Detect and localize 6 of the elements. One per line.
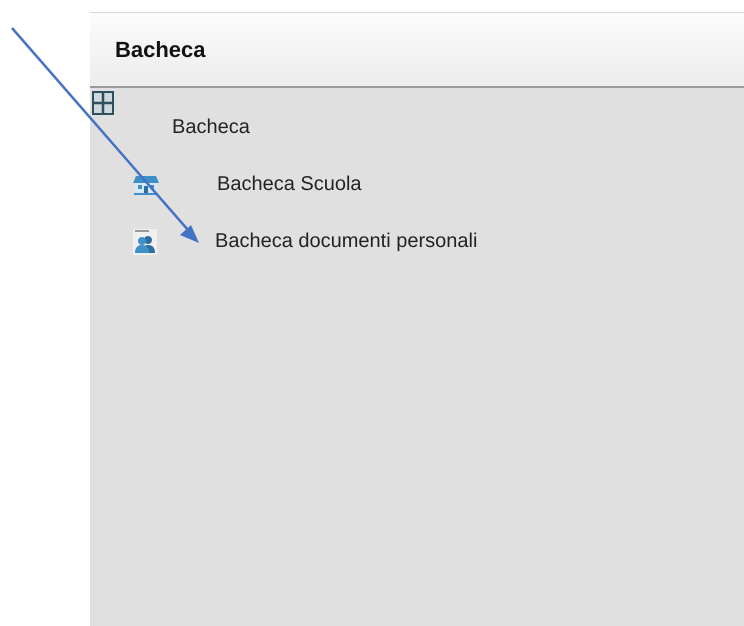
panel-title: Bacheca xyxy=(115,36,206,62)
tree-item[interactable]: Bacheca Scuola xyxy=(217,173,362,196)
tree-item[interactable]: Bacheca documenti personali xyxy=(215,230,478,253)
tree-item[interactable]: Bacheca xyxy=(172,116,250,139)
building-icon xyxy=(133,174,159,196)
people-icon xyxy=(133,228,157,254)
